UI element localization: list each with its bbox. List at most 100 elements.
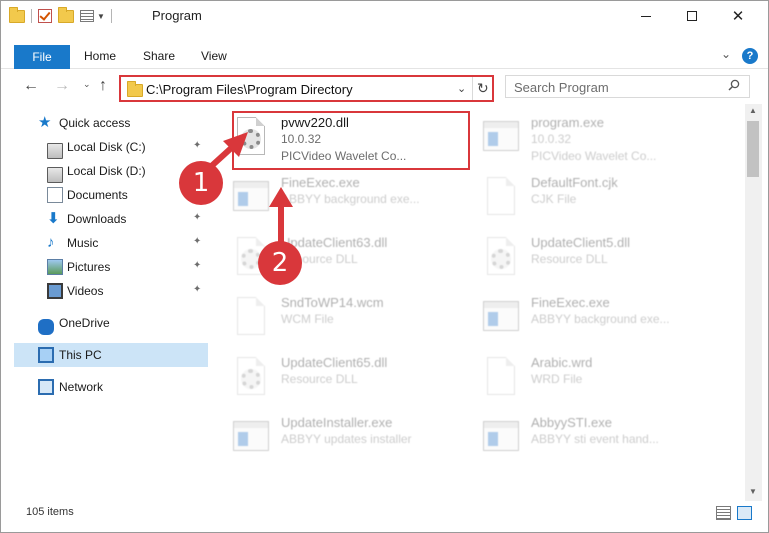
step-one-badge: 1 [179, 161, 223, 205]
sidebar-item-downloads[interactable]: ⬇ Downloads ✦ [14, 207, 208, 231]
item-count: 105 items [26, 506, 74, 518]
vertical-scrollbar[interactable]: ▲ ▼ [745, 104, 762, 501]
file-type: 10.0.32 [531, 132, 572, 146]
documents-icon [47, 187, 63, 203]
file-item-fineexec-exe-2[interactable]: FineExec.exe ABBYY background exe... [473, 291, 713, 347]
close-icon: ✕ [731, 8, 745, 25]
folder-icon[interactable] [9, 6, 25, 23]
file-type: ABBYY background exe... [281, 192, 420, 206]
sidebar-item-quick-access[interactable]: ★ Quick access [14, 111, 208, 135]
ribbon-tabs: File Home Share View ⌄ ? [1, 45, 768, 69]
minimize-button[interactable] [623, 1, 669, 31]
star-icon: ★ [38, 114, 52, 131]
sidebar-item-network[interactable]: Network [14, 375, 208, 399]
file-type: WRD File [531, 372, 583, 386]
search-input[interactable]: Search Program [505, 75, 750, 98]
file-type: CJK File [531, 192, 577, 206]
document-file-icon [233, 297, 269, 341]
dll-file-icon [483, 237, 519, 281]
exe-file-icon [233, 177, 269, 221]
sidebar-item-pictures[interactable]: Pictures ✦ [14, 255, 208, 279]
file-type: Resource DLL [281, 372, 358, 386]
exe-file-icon [483, 297, 519, 341]
sidebar-item-label: Quick access [59, 116, 131, 130]
toolbar-divider [110, 9, 112, 23]
file-name: UpdateClient65.dll [281, 355, 388, 370]
address-bar[interactable]: C:\Program Files\Program Directory ⌄ ↻ [119, 75, 494, 102]
file-type: WCM File [281, 312, 334, 326]
cloud-icon [38, 319, 54, 335]
download-icon: ⬇ [47, 210, 60, 227]
drive-icon [47, 167, 63, 183]
sidebar-item-music[interactable]: ♪ Music ✦ [14, 231, 208, 255]
file-name: FineExec.exe [531, 295, 610, 310]
close-button[interactable]: ✕ [715, 1, 761, 31]
sidebar-item-onedrive[interactable]: OneDrive [14, 311, 208, 335]
refresh-icon[interactable]: ↻ [477, 80, 489, 97]
file-item-updateclient65-dll[interactable]: UpdateClient65.dll Resource DLL [223, 351, 463, 407]
pin-icon: ✦ [193, 260, 202, 271]
file-item-sndtowp14-wcm[interactable]: SndToWP14.wcm WCM File [223, 291, 463, 347]
scroll-down-icon[interactable]: ▼ [749, 487, 757, 496]
details-view-icon[interactable] [716, 506, 731, 520]
address-path[interactable]: C:\Program Files\Program Directory [146, 82, 353, 97]
large-icons-view-icon[interactable] [737, 506, 752, 520]
file-name: program.exe [531, 115, 604, 130]
file-item-abbyysti-exe[interactable]: AbbyySTI.exe ABBYY sti event hand... [473, 411, 713, 467]
status-bar: 105 items [1, 502, 768, 524]
sidebar-item-label: Music [67, 236, 99, 250]
file-description: PICVideo Wavelet Co... [531, 149, 657, 163]
navigation-pane: ★ Quick access Local Disk (C:) ✦ Local D… [14, 109, 208, 501]
file-item-program-exe[interactable]: program.exe 10.0.32 PICVideo Wavelet Co.… [473, 111, 713, 167]
maximize-icon [687, 11, 697, 21]
search-icon[interactable] [728, 79, 740, 91]
tab-file[interactable]: File [14, 45, 70, 69]
step-two-badge: 2 [258, 241, 302, 285]
sidebar-item-this-pc[interactable]: This PC [14, 343, 208, 367]
dll-file-icon [233, 357, 269, 401]
maximize-button[interactable] [669, 1, 715, 31]
file-item-fineexec-exe[interactable]: FineExec.exe ABBYY background exe... [223, 171, 463, 227]
folder-icon [127, 81, 143, 97]
tab-view[interactable]: View [201, 49, 227, 63]
sidebar-item-label: Documents [67, 188, 128, 202]
properties-check-icon[interactable] [38, 9, 52, 23]
new-folder-icon[interactable] [58, 6, 74, 23]
title-bar: ▼ Program ✕ [1, 1, 768, 31]
up-arrow-icon[interactable]: ↑ [99, 77, 107, 95]
expand-ribbon-icon[interactable]: ⌄ [721, 47, 731, 61]
sidebar-item-local-disk-c[interactable]: Local Disk (C:) ✦ [14, 135, 208, 159]
sidebar-item-videos[interactable]: Videos ✦ [14, 279, 208, 303]
recent-locations-icon[interactable]: ⌄ [83, 79, 91, 90]
sidebar-item-label: Network [59, 380, 104, 394]
pin-icon: ✦ [193, 284, 202, 295]
file-name: FineExec.exe [281, 175, 360, 190]
sidebar-item-label: Downloads [67, 212, 127, 226]
music-icon: ♪ [47, 234, 55, 251]
chevron-down-icon[interactable]: ▼ [97, 12, 105, 21]
scrollbar-thumb[interactable] [747, 121, 759, 177]
tab-home[interactable]: Home [84, 49, 116, 63]
file-explorer-window: ▼ Program ✕ File Home Share View ⌄ ? ← →… [0, 0, 769, 533]
file-item-defaultfont-cjk[interactable]: DefaultFont.cjk CJK File [473, 171, 713, 227]
pin-icon: ✦ [193, 236, 202, 247]
forward-arrow-icon[interactable]: → [54, 77, 70, 95]
back-arrow-icon[interactable]: ← [23, 77, 39, 95]
document-file-icon [483, 357, 519, 401]
file-item-updateclient5-dll[interactable]: UpdateClient5.dll Resource DLL [473, 231, 713, 287]
scroll-up-icon[interactable]: ▲ [749, 106, 757, 115]
search-placeholder: Search Program [514, 80, 609, 95]
customize-icon[interactable] [80, 10, 94, 22]
file-item-arabic-wrd[interactable]: Arabic.wrd WRD File [473, 351, 713, 407]
sidebar-item-label: Videos [67, 284, 104, 298]
help-icon[interactable]: ? [742, 48, 758, 64]
file-type: ABBYY background exe... [531, 312, 670, 326]
chevron-down-icon[interactable]: ⌄ [457, 82, 466, 95]
file-name: DefaultFont.cjk [531, 175, 618, 190]
pin-icon: ✦ [193, 212, 202, 223]
file-item-updateinstaller-exe[interactable]: UpdateInstaller.exe ABBYY updates instal… [223, 411, 463, 467]
sidebar-item-label: Pictures [67, 260, 111, 274]
tab-share[interactable]: Share [143, 49, 175, 63]
pin-icon: ✦ [193, 140, 202, 151]
file-name: UpdateInstaller.exe [281, 415, 393, 430]
